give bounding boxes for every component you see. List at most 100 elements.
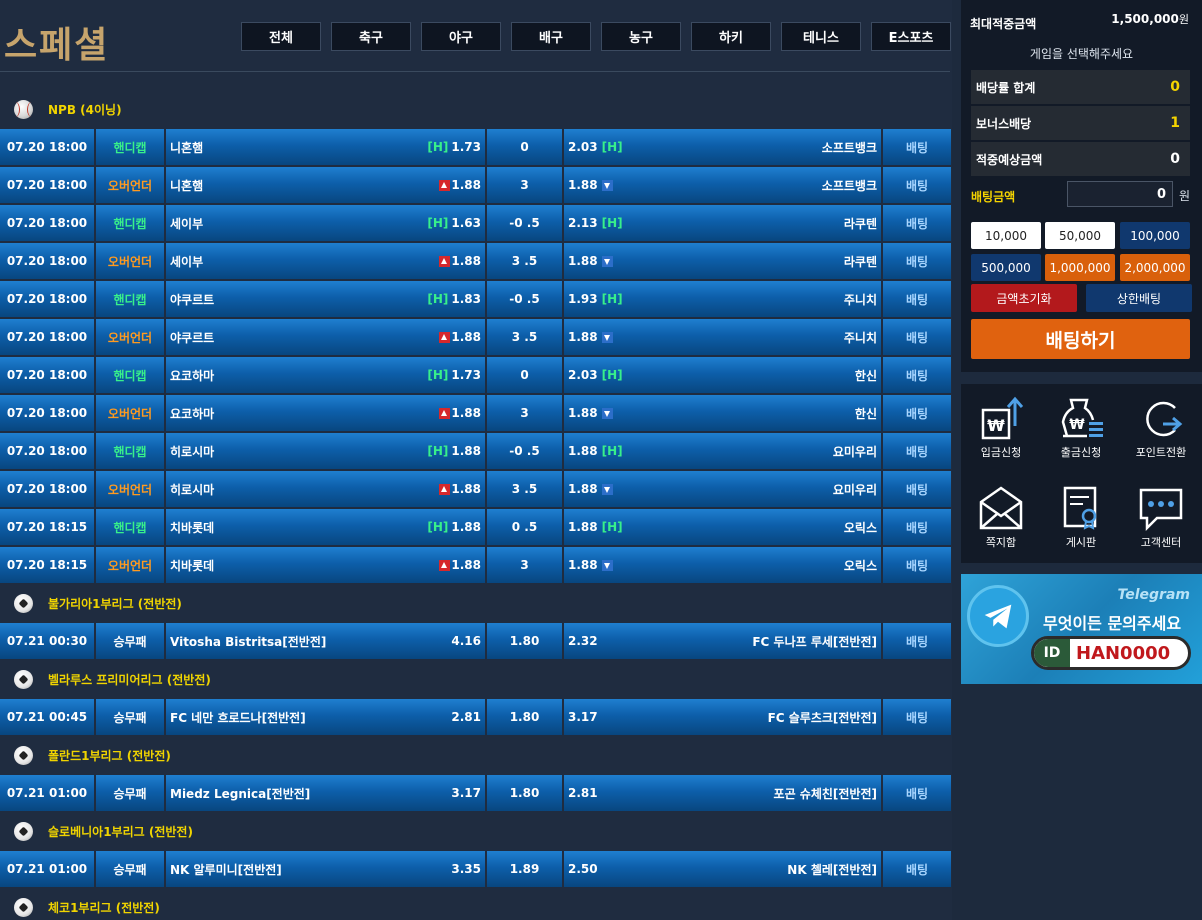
match-time: 07.20 18:00	[0, 129, 94, 165]
line-value: 0 .5	[487, 509, 562, 545]
bet-button[interactable]: 배팅	[883, 775, 951, 811]
league-name: NPB (4이닝)	[48, 102, 122, 117]
draw-odds-button[interactable]: 1.80	[487, 623, 562, 659]
draw-odds-button[interactable]: 1.89	[487, 851, 562, 887]
support-menu-item[interactable]: 고객센터	[1121, 484, 1201, 554]
amount-100000-button[interactable]: 100,000	[1120, 222, 1190, 249]
home-team: 야쿠르트	[170, 330, 215, 345]
sport-tab[interactable]: 배구	[511, 22, 591, 51]
deposit-menu-item[interactable]: ₩ 입금신청	[961, 394, 1041, 464]
point-convert-menu-item[interactable]: 포인트전환	[1121, 394, 1201, 464]
point-convert-label: 포인트전환	[1135, 446, 1187, 459]
bet-button[interactable]: 배팅	[883, 129, 951, 165]
home-odds-button[interactable]: 니혼햄 1.88	[166, 167, 485, 203]
board-menu-item[interactable]: 게시판	[1041, 484, 1121, 554]
away-odds-button[interactable]: 1.93 [H] 주니치	[564, 281, 881, 317]
bet-button[interactable]: 배팅	[883, 699, 951, 735]
sport-tab[interactable]: 하키	[691, 22, 771, 51]
bet-amount-input[interactable]	[1067, 181, 1173, 207]
inbox-menu-item[interactable]: 쪽지함	[961, 484, 1041, 554]
draw-odds-button[interactable]: 1.80	[487, 699, 562, 735]
away-odds-button[interactable]: 3.17 FC 슬루츠크[전반전]	[564, 699, 881, 735]
bet-button[interactable]: 배팅	[883, 319, 951, 355]
bet-button[interactable]: 배팅	[883, 433, 951, 469]
sport-tab[interactable]: 축구	[331, 22, 411, 51]
away-odds-button[interactable]: 1.88 [H] 오릭스	[564, 509, 881, 545]
away-odds-value: 2.13	[568, 216, 598, 230]
bet-button[interactable]: 배팅	[883, 167, 951, 203]
bet-button[interactable]: 배팅	[883, 395, 951, 431]
bet-type: 오버언더	[96, 395, 164, 431]
home-odds-button[interactable]: 세이부 1.88	[166, 243, 485, 279]
away-odds-button[interactable]: 2.03 [H] 소프트뱅크	[564, 129, 881, 165]
handicap-mark: [H]	[601, 292, 623, 306]
away-odds-button[interactable]: 1.88 요미우리	[564, 471, 881, 507]
away-odds-button[interactable]: 1.88 [H] 요미우리	[564, 433, 881, 469]
bet-button[interactable]: 배팅	[883, 851, 951, 887]
bet-button[interactable]: 배팅	[883, 281, 951, 317]
draw-odds-button[interactable]: 1.80	[487, 775, 562, 811]
amount-2000000-button[interactable]: 2,000,000	[1120, 254, 1190, 281]
away-odds-button[interactable]: 1.88 한신	[564, 395, 881, 431]
amount-10000-button[interactable]: 10,000	[971, 222, 1041, 249]
inbox-label: 쪽지함	[985, 536, 1017, 549]
home-odds-button[interactable]: 야쿠르트 1.88	[166, 319, 485, 355]
soccer-ball-icon	[14, 821, 33, 841]
home-odds: 3.17	[451, 786, 481, 800]
bet-button[interactable]: 배팅	[883, 509, 951, 545]
home-odds-button[interactable]: 히로시마 [H] 1.88	[166, 433, 485, 469]
sport-tab[interactable]: 야구	[421, 22, 501, 51]
withdraw-menu-item[interactable]: ₩ 출금신청	[1041, 394, 1121, 464]
home-odds-value: 1.88	[451, 520, 481, 534]
away-odds-button[interactable]: 2.03 [H] 한신	[564, 357, 881, 393]
away-odds-button[interactable]: 1.88 주니치	[564, 319, 881, 355]
sport-tab[interactable]: 전체	[241, 22, 321, 51]
away-odds-button[interactable]: 2.81 포곤 슈체친[전반전]	[564, 775, 881, 811]
bet-button[interactable]: 배팅	[883, 357, 951, 393]
home-odds-button[interactable]: 치바롯데 1.88	[166, 547, 485, 583]
sport-tab[interactable]: 농구	[601, 22, 681, 51]
home-odds-button[interactable]: NK 알루미니[전반전] 3.35	[166, 851, 485, 887]
amount-50000-button[interactable]: 50,000	[1045, 222, 1115, 249]
bet-button[interactable]: 배팅	[883, 471, 951, 507]
home-odds-button[interactable]: Vitosha Bistritsa[전반전] 4.16	[166, 623, 485, 659]
home-odds-button[interactable]: 히로시마 1.88	[166, 471, 485, 507]
home-odds-button[interactable]: 야쿠르트 [H] 1.83	[166, 281, 485, 317]
chat-bubble-icon	[1139, 488, 1183, 532]
home-odds-button[interactable]: FC 네만 흐로드나[전반전] 2.81	[166, 699, 485, 735]
bet-button[interactable]: 배팅	[883, 623, 951, 659]
home-odds-button[interactable]: 요코하마 [H] 1.73	[166, 357, 485, 393]
home-odds-button[interactable]: 세이부 [H] 1.63	[166, 205, 485, 241]
home-odds-button[interactable]: 니혼햄 [H] 1.73	[166, 129, 485, 165]
home-odds: [H] 1.88	[427, 520, 481, 534]
telegram-banner[interactable]: Telegram 무엇이든 문의주세요 ID HAN0000	[961, 574, 1202, 684]
away-odds-button[interactable]: 2.13 [H] 라쿠텐	[564, 205, 881, 241]
home-odds-button[interactable]: Miedz Legnica[전반전] 3.17	[166, 775, 485, 811]
home-odds-button[interactable]: 치바롯데 [H] 1.88	[166, 509, 485, 545]
away-odds-button[interactable]: 1.88 라쿠텐	[564, 243, 881, 279]
home-odds: 1.88	[439, 330, 481, 344]
bet-button[interactable]: 배팅	[883, 205, 951, 241]
home-team: FC 네만 흐로드나[전반전]	[170, 710, 306, 725]
bet-button[interactable]: 배팅	[883, 547, 951, 583]
sport-tab[interactable]: E스포츠	[871, 22, 951, 51]
away-odds-button[interactable]: 1.88 오릭스	[564, 547, 881, 583]
max-bet-button[interactable]: 상한배팅	[1086, 284, 1192, 312]
away-odds-button[interactable]: 2.32 FC 두나프 루세[전반전]	[564, 623, 881, 659]
league-name: 불가리아1부리그 (전반전)	[48, 596, 182, 611]
sport-tab[interactable]: 테니스	[781, 22, 861, 51]
amount-500000-button[interactable]: 500,000	[971, 254, 1041, 281]
away-team: NK 첼레[전반전]	[787, 862, 877, 877]
away-odds-value: 1.88	[568, 178, 598, 192]
home-odds-button[interactable]: 요코하마 1.88	[166, 395, 485, 431]
reset-amount-button[interactable]: 금액초기화	[971, 284, 1077, 312]
away-odds-button[interactable]: 2.50 NK 첼레[전반전]	[564, 851, 881, 887]
league-header: 폴란드1부리그 (전반전)	[0, 736, 952, 774]
away-odds-button[interactable]: 1.88 소프트뱅크	[564, 167, 881, 203]
match-row: 07.20 18:15 핸디캡 치바롯데 [H] 1.88 0 .5 1.88 [H] 오릭스 배…	[0, 508, 952, 546]
amount-1000000-button[interactable]: 1,000,000	[1045, 254, 1115, 281]
bet-button[interactable]: 배팅	[883, 243, 951, 279]
home-team: Vitosha Bistritsa[전반전]	[170, 634, 327, 649]
place-bet-button[interactable]: 배팅하기	[971, 319, 1190, 359]
league-name: 체코1부리그 (전반전)	[48, 900, 160, 915]
